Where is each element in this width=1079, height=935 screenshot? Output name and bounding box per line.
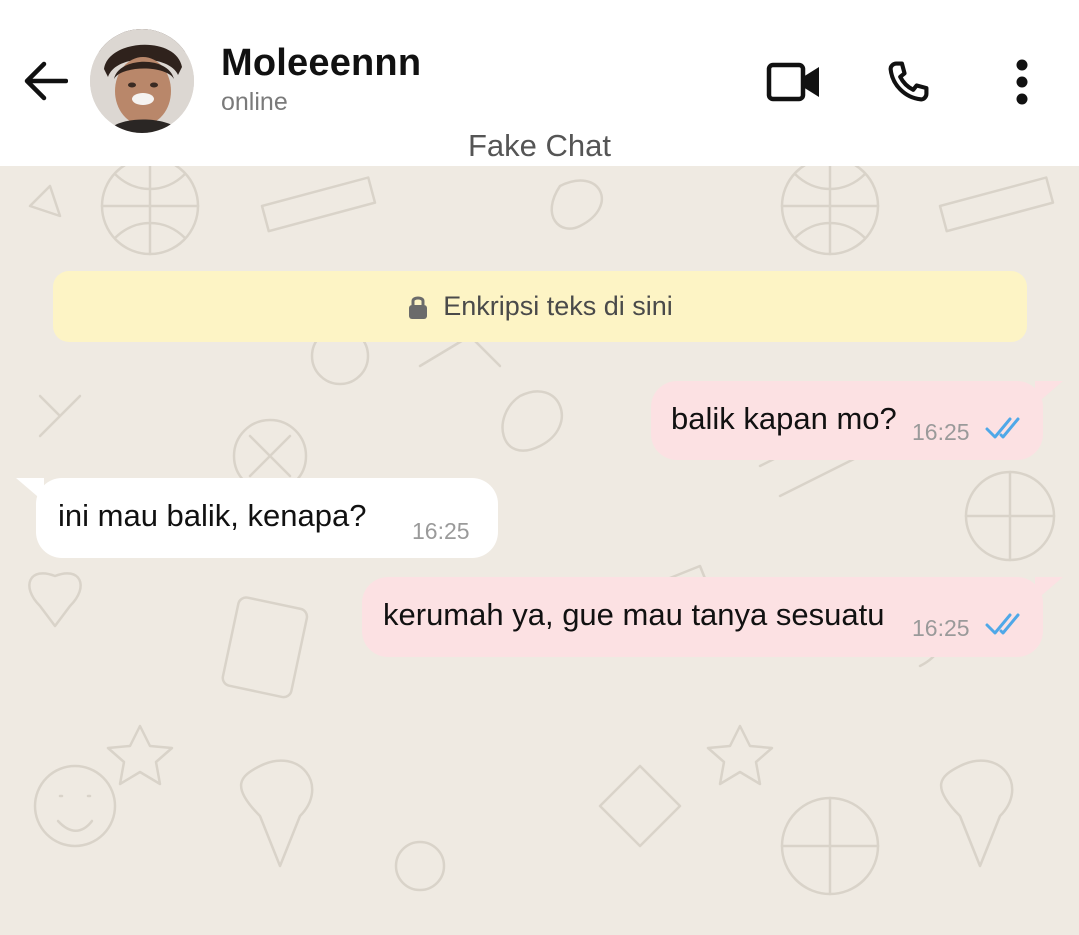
message-time: 16:25 — [912, 419, 970, 445]
phone-icon — [888, 61, 929, 102]
message-bubble-outgoing[interactable]: balik kapan mo? 16:25 — [651, 381, 1043, 460]
voice-call-button[interactable] — [878, 52, 938, 112]
contact-name[interactable]: Moleeennn — [221, 42, 421, 85]
message-bubble-incoming[interactable]: ini mau balik, kenapa? 16:25 — [36, 478, 498, 558]
contact-status: online — [221, 88, 288, 116]
chat-header: Moleeennn online Fake Chat — [0, 0, 1079, 166]
chat-subtitle: Fake Chat — [467, 128, 611, 163]
double-check-icon — [985, 417, 1020, 439]
message-time: 16:25 — [912, 615, 970, 641]
lock-icon — [409, 296, 428, 319]
bubble-tail — [16, 478, 44, 502]
more-options-button[interactable] — [992, 52, 1052, 112]
message-text: kerumah ya, gue mau tanya sesuatu — [383, 597, 885, 632]
video-call-button[interactable] — [764, 52, 824, 112]
bubble-tail — [1035, 381, 1063, 405]
more-options-icon — [1016, 59, 1028, 105]
back-button[interactable] — [20, 56, 70, 106]
message-text: ini mau balik, kenapa? — [58, 498, 367, 533]
message-bubble-outgoing[interactable]: kerumah ya, gue mau tanya sesuatu 16:25 — [362, 577, 1043, 657]
message-text: balik kapan mo? — [671, 401, 897, 436]
double-check-icon — [985, 613, 1020, 635]
encryption-text: Enkripsi teks di sini — [443, 291, 673, 321]
video-call-icon — [766, 62, 819, 102]
back-arrow-icon — [24, 61, 68, 101]
avatar-photo — [90, 29, 194, 133]
avatar[interactable] — [90, 29, 194, 133]
message-time: 16:25 — [412, 518, 470, 544]
encryption-banner[interactable]: Enkripsi teks di sini — [53, 271, 1027, 342]
bubble-tail — [1035, 577, 1063, 601]
